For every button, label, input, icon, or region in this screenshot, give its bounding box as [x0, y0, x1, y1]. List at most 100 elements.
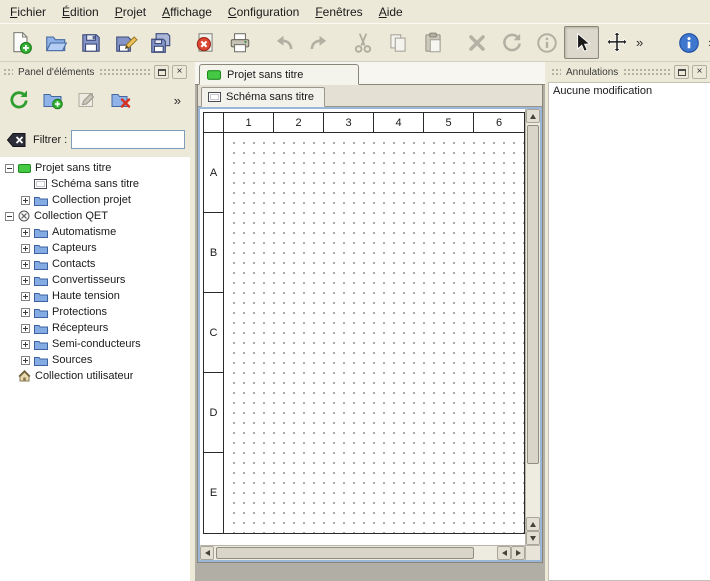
tree-item-convertisseurs[interactable]: Convertisseurs — [0, 272, 190, 288]
arrow-left-icon — [205, 550, 210, 556]
reload-collections-button[interactable] — [5, 86, 33, 114]
hscroll-thumb[interactable] — [216, 547, 474, 559]
scroll-left-button[interactable] — [200, 546, 214, 560]
folder-icon — [34, 275, 48, 286]
scroll-right-button[interactable] — [511, 546, 525, 560]
tree-item-label: Récepteurs — [52, 322, 108, 334]
menu-aide[interactable]: Aide — [371, 2, 411, 22]
tree-item-sources[interactable]: Sources — [0, 352, 190, 368]
expand-icon[interactable] — [21, 276, 30, 285]
tree-item-automatisme[interactable]: Automatisme — [0, 224, 190, 240]
print-button[interactable] — [222, 26, 257, 59]
expand-icon[interactable] — [21, 308, 30, 317]
project-tabbar: Projet sans titre — [195, 62, 545, 85]
print-icon — [228, 31, 252, 55]
copy-button[interactable] — [380, 26, 415, 59]
expand-icon[interactable] — [21, 340, 30, 349]
close-panel-button[interactable]: × — [172, 65, 187, 79]
tree-item-schema[interactable]: Schéma sans titre — [0, 176, 190, 192]
expand-icon[interactable] — [21, 356, 30, 365]
tree-item-project[interactable]: Projet sans titre — [0, 160, 190, 176]
undo-panel-titlebar[interactable]: Annulations × — [548, 62, 710, 82]
tree-item-semi-conducteurs[interactable]: Semi-conducteurs — [0, 336, 190, 352]
expand-icon[interactable] — [21, 260, 30, 269]
expand-icon[interactable] — [21, 228, 30, 237]
tree-item-capteurs[interactable]: Capteurs — [0, 240, 190, 256]
menu-fenetres[interactable]: Fenêtres — [307, 2, 370, 22]
edit-element-button[interactable] — [73, 86, 101, 114]
delete-element-button[interactable] — [107, 86, 135, 114]
cut-button[interactable] — [345, 26, 380, 59]
ruler-corner — [204, 113, 224, 133]
vertical-scrollbar[interactable] — [525, 109, 540, 545]
elements-panel: Panel d'éléments × — [0, 62, 190, 581]
toolbar-overflow-button[interactable]: » — [706, 35, 710, 50]
redo-button[interactable] — [301, 26, 336, 59]
tree-item-contacts[interactable]: Contacts — [0, 256, 190, 272]
menu-affichage[interactable]: Affichage — [154, 2, 220, 22]
tree-item-label: Sources — [52, 354, 92, 366]
horizontal-scrollbar[interactable] — [200, 545, 525, 560]
expand-icon[interactable] — [21, 196, 30, 205]
paste-button[interactable] — [415, 26, 450, 59]
elements-panel-titlebar[interactable]: Panel d'éléments × — [0, 62, 190, 82]
new-element-button[interactable] — [39, 86, 67, 114]
tab-projet-sans-titre[interactable]: Projet sans titre — [199, 64, 359, 85]
tree-item-label: Schéma sans titre — [51, 178, 139, 190]
collapse-icon[interactable] — [5, 164, 14, 173]
undo-button[interactable] — [266, 26, 301, 59]
menu-fichier[interactable]: Fichier — [2, 2, 54, 22]
expand-icon[interactable] — [21, 244, 30, 253]
tree-item-protections[interactable]: Protections — [0, 304, 190, 320]
tab-schema-sans-titre[interactable]: Schéma sans titre — [201, 87, 325, 107]
vscroll-track[interactable] — [526, 123, 540, 517]
expand-icon[interactable] — [21, 292, 30, 301]
tools-overflow-button[interactable]: » — [634, 35, 645, 50]
properties-button[interactable] — [529, 26, 564, 59]
select-tool-button[interactable] — [564, 26, 599, 59]
collections-tree: Projet sans titre Schéma sans titre Coll… — [0, 157, 190, 581]
about-button[interactable] — [671, 26, 706, 59]
float-panel-button[interactable] — [154, 65, 169, 79]
expand-icon[interactable] — [21, 324, 30, 333]
scroll-left-button-2[interactable] — [497, 546, 511, 560]
project-icon — [18, 163, 31, 174]
tree-item-label: Collection projet — [52, 194, 131, 206]
save-all-button[interactable] — [143, 26, 178, 59]
undo-list-item[interactable]: Aucune modification — [549, 83, 710, 99]
save-as-button[interactable] — [108, 26, 143, 59]
tree-item-haute-tension[interactable]: Haute tension — [0, 288, 190, 304]
tree-item-collection-utilisateur[interactable]: Collection utilisateur — [0, 368, 190, 384]
scroll-down-button[interactable] — [526, 531, 540, 545]
schema-canvas[interactable]: 1 2 3 4 5 6 A B C D E — [200, 109, 525, 545]
save-button[interactable] — [73, 26, 108, 59]
menu-edition[interactable]: Édition — [54, 2, 107, 22]
menu-projet[interactable]: Projet — [107, 2, 154, 22]
scroll-up-button-2[interactable] — [526, 517, 540, 531]
arrow-up-icon — [530, 114, 536, 119]
tree-item-collection-qet[interactable]: Collection QET — [0, 208, 190, 224]
pan-tool-button[interactable] — [599, 26, 634, 59]
hscroll-track[interactable] — [214, 546, 497, 560]
tab-label: Projet sans titre — [227, 69, 303, 81]
delete-button[interactable] — [459, 26, 494, 59]
rotate-button[interactable] — [494, 26, 529, 59]
tree-item-label: Capteurs — [52, 242, 97, 254]
tree-item-recepteurs[interactable]: Récepteurs — [0, 320, 190, 336]
open-project-button[interactable] — [38, 26, 73, 59]
close-undo-panel-button[interactable]: × — [692, 65, 707, 79]
project-icon — [207, 69, 221, 81]
close-file-button[interactable] — [187, 26, 222, 59]
tree-item-collection-projet[interactable]: Collection projet — [0, 192, 190, 208]
new-project-button[interactable] — [3, 26, 38, 59]
float-undo-panel-button[interactable] — [674, 65, 689, 79]
filter-input[interactable] — [71, 130, 185, 149]
clear-filter-button[interactable] — [5, 131, 29, 149]
scroll-up-button[interactable] — [526, 109, 540, 123]
menu-configuration[interactable]: Configuration — [220, 2, 307, 22]
column-ruler: 1 2 3 4 5 6 — [224, 113, 524, 133]
vscroll-thumb[interactable] — [527, 125, 539, 464]
collapse-icon[interactable] — [5, 212, 14, 221]
panel-overflow-button[interactable]: » — [174, 93, 185, 108]
arrow-down-icon — [530, 536, 536, 541]
